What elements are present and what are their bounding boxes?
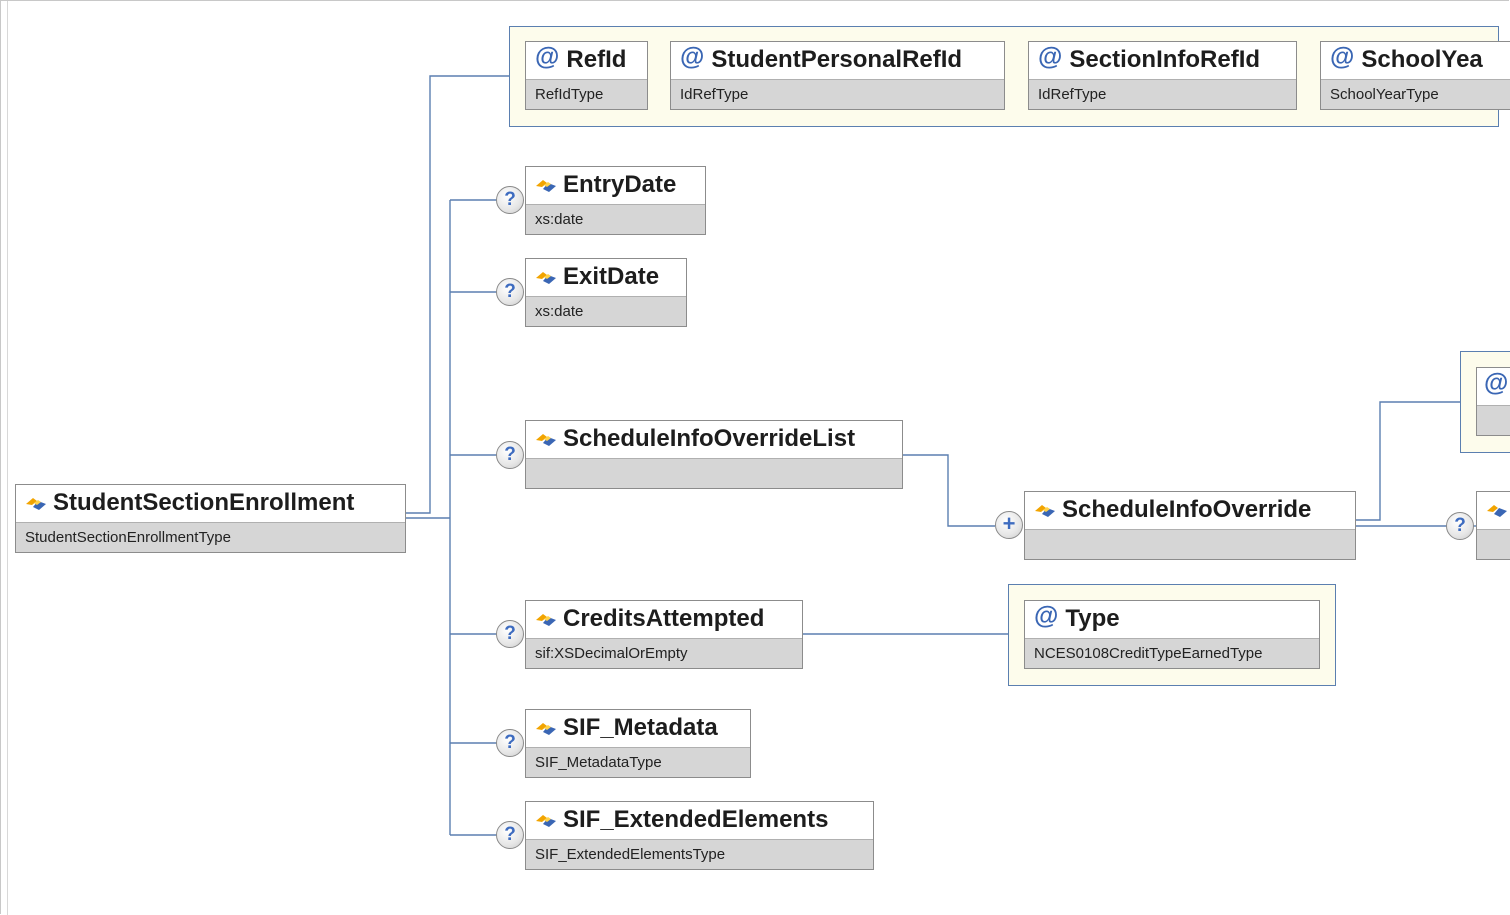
- element-icon: [536, 180, 556, 192]
- root-element-box[interactable]: StudentSectionEnrollment StudentSectionE…: [15, 484, 406, 553]
- optional-marker-icon[interactable]: ?: [496, 278, 524, 306]
- attribute-type[interactable]: @ Type NCES0108CreditTypeEarnedType: [1024, 600, 1320, 669]
- attribute-schoolyear-header: @ SchoolYea: [1321, 42, 1510, 78]
- element-name: EntryDate: [563, 171, 677, 198]
- element-name: ScheduleInfoOverrideList: [563, 425, 856, 452]
- attribute-type: SchoolYearType: [1321, 79, 1510, 109]
- attribute-sectioninforefid[interactable]: @ SectionInfoRefId IdRefType: [1028, 41, 1297, 110]
- optional-marker-icon[interactable]: ?: [496, 729, 524, 757]
- attribute-studentpersonalrefid-header: @ StudentPersonalRefId: [671, 42, 1004, 78]
- element-creditsattempted[interactable]: CreditsAttempted sif:XSDecimalOrEmpty: [525, 600, 803, 669]
- optional-marker-icon[interactable]: ?: [496, 186, 524, 214]
- optional-marker-icon[interactable]: ?: [1446, 512, 1474, 540]
- attribute-at-icon: @: [535, 42, 560, 71]
- attribute-type-header: @ Type: [1025, 601, 1319, 637]
- element-icon: [1487, 505, 1507, 517]
- element-scheduleinfooverride[interactable]: ScheduleInfoOverride: [1024, 491, 1356, 560]
- attribute-studentpersonalrefid[interactable]: @ StudentPersonalRefId IdRefType: [670, 41, 1005, 110]
- override-attribute-cutoff-header: @: [1477, 368, 1510, 404]
- attribute-schoolyear[interactable]: @ SchoolYea SchoolYearType: [1320, 41, 1510, 110]
- element-creditsattempted-header: CreditsAttempted: [526, 601, 802, 637]
- element-name: CreditsAttempted: [563, 605, 765, 632]
- override-child-cutoff-type: [1477, 529, 1510, 559]
- attribute-refid[interactable]: @ RefId RefIdType: [525, 41, 648, 110]
- attribute-name: SchoolYea: [1361, 46, 1483, 73]
- element-sif-extendedelements-header: SIF_ExtendedElements: [526, 802, 873, 838]
- repeat-marker-icon[interactable]: +: [995, 511, 1023, 539]
- attribute-type: IdRefType: [671, 79, 1004, 109]
- element-name: SIF_ExtendedElements: [563, 806, 829, 833]
- element-name: ScheduleInfoOverride: [1062, 496, 1312, 523]
- override-child-cutoff[interactable]: [1476, 491, 1510, 560]
- element-scheduleinfooverridelist-header: ScheduleInfoOverrideList: [526, 421, 902, 457]
- attribute-type: IdRefType: [1029, 79, 1296, 109]
- attribute-sectioninforefid-header: @ SectionInfoRefId: [1029, 42, 1296, 78]
- element-name: ExitDate: [563, 263, 660, 290]
- element-type: xs:date: [526, 296, 686, 326]
- element-sif-metadata-header: SIF_Metadata: [526, 710, 750, 746]
- element-type: [1025, 529, 1355, 559]
- element-sif-extendedelements[interactable]: SIF_ExtendedElements SIF_ExtendedElement…: [525, 801, 874, 870]
- element-icon: [1035, 505, 1055, 517]
- element-icon: [26, 498, 46, 510]
- override-attribute-cutoff[interactable]: @: [1476, 367, 1510, 436]
- optional-marker-icon[interactable]: ?: [496, 620, 524, 648]
- element-exitdate[interactable]: ExitDate xs:date: [525, 258, 687, 327]
- element-type: sif:XSDecimalOrEmpty: [526, 638, 802, 668]
- attribute-at-icon: @: [680, 42, 705, 71]
- element-type: SIF_ExtendedElementsType: [526, 839, 873, 869]
- element-type: SIF_MetadataType: [526, 747, 750, 777]
- attribute-type-value: NCES0108CreditTypeEarnedType: [1025, 638, 1319, 668]
- override-child-cutoff-header: [1477, 492, 1510, 528]
- element-icon: [536, 434, 556, 446]
- attribute-at-icon: @: [1034, 601, 1059, 630]
- attribute-name: Type: [1065, 605, 1120, 632]
- attribute-refid-header: @ RefId: [526, 42, 647, 78]
- root-element-name: StudentSectionEnrollment: [53, 489, 355, 516]
- element-sif-metadata[interactable]: SIF_Metadata SIF_MetadataType: [525, 709, 751, 778]
- element-scheduleinfooverridelist[interactable]: ScheduleInfoOverrideList: [525, 420, 903, 489]
- optional-marker-icon[interactable]: ?: [496, 441, 524, 469]
- element-type: [526, 458, 902, 488]
- element-icon: [536, 815, 556, 827]
- attribute-type: RefIdType: [526, 79, 647, 109]
- root-element-type: StudentSectionEnrollmentType: [16, 522, 405, 552]
- optional-marker-icon[interactable]: ?: [496, 821, 524, 849]
- element-type: xs:date: [526, 204, 705, 234]
- attribute-at-icon: @: [1330, 42, 1355, 71]
- override-attribute-cutoff-type: [1477, 405, 1510, 435]
- root-element-header: StudentSectionEnrollment: [16, 485, 405, 521]
- attribute-name: SectionInfoRefId: [1069, 46, 1261, 73]
- connector-override-upper: [1355, 401, 1460, 521]
- element-entrydate[interactable]: EntryDate xs:date: [525, 166, 706, 235]
- element-icon: [536, 272, 556, 284]
- element-exitdate-header: ExitDate: [526, 259, 686, 295]
- connector-list-override: [903, 454, 995, 527]
- attribute-name: RefId: [566, 46, 627, 73]
- element-entrydate-header: EntryDate: [526, 167, 705, 203]
- element-name: SIF_Metadata: [563, 714, 718, 741]
- attribute-name: StudentPersonalRefId: [711, 46, 963, 73]
- element-icon: [536, 723, 556, 735]
- element-icon: [536, 614, 556, 626]
- element-scheduleinfooverride-header: ScheduleInfoOverride: [1025, 492, 1355, 528]
- attribute-at-icon: @: [1038, 42, 1063, 71]
- connector-root-attributes: [405, 75, 510, 514]
- attribute-at-icon: @: [1484, 368, 1509, 397]
